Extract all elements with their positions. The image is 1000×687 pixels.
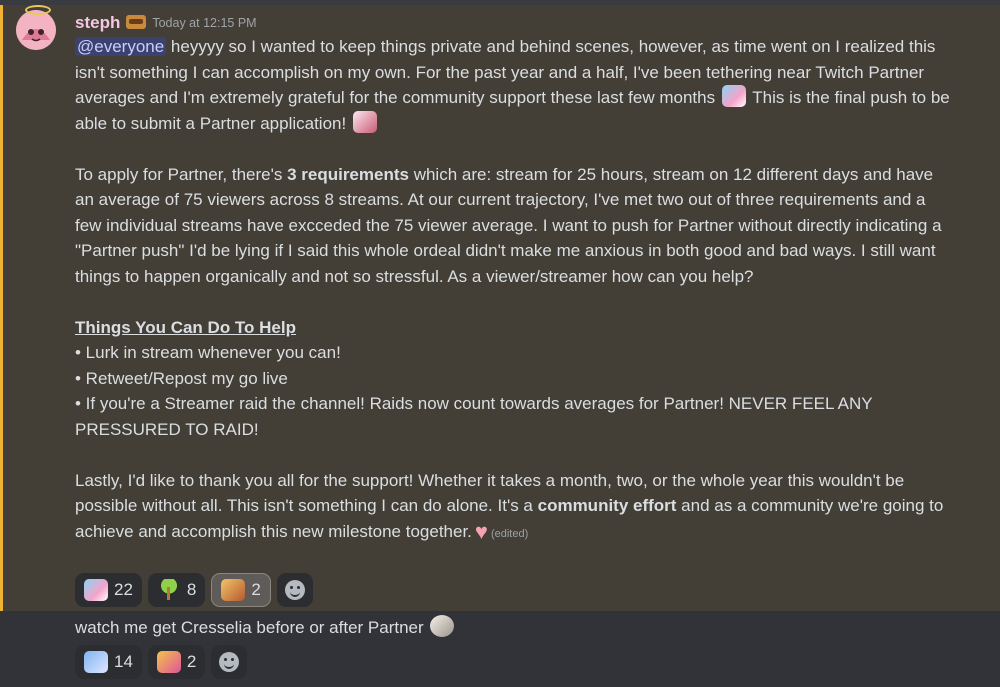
reaction-screaming-face[interactable]: 2 (211, 573, 271, 607)
message-header: steph Today at 12:15 PM (75, 11, 257, 35)
followup-message[interactable]: watch me get Cresselia before or after P… (75, 615, 456, 640)
mention-highlight-bar (0, 5, 3, 611)
ferret-emoji-icon[interactable] (430, 615, 455, 637)
paragraph-4: Lastly, I'd like to thank you all for th… (75, 468, 955, 548)
coffee-badge-icon (126, 15, 147, 29)
reaction-count: 8 (186, 580, 197, 599)
reaction-palm-tree[interactable]: 8 (147, 573, 206, 607)
bullet-item: • If you're a Streamer raid the channel!… (75, 394, 873, 439)
reaction-party-popper[interactable]: 2 (147, 645, 206, 679)
everyone-mention[interactable]: @everyone (75, 37, 167, 56)
smiley-icon (284, 580, 305, 600)
reaction-sparkle[interactable]: 14 (75, 645, 142, 679)
heart-emoji-icon[interactable]: ♥ (475, 519, 488, 544)
edited-label[interactable]: (edited) (491, 528, 528, 540)
mentioned-message[interactable]: steph Today at 12:15 PM @everyone heyyyy… (0, 5, 1000, 611)
avatar-image-icon (16, 10, 56, 50)
smiley-icon (219, 652, 240, 672)
timestamp[interactable]: Today at 12:15 PM (152, 16, 256, 30)
help-heading: Things You Can Do To Help (75, 317, 296, 337)
followup-text: watch me get Cresselia before or after P… (75, 618, 429, 637)
username[interactable]: steph (75, 13, 120, 33)
followup-reaction-bar: 14 2 (75, 645, 248, 679)
paragraph-2-text-a: To apply for Partner, there's (75, 164, 288, 184)
reaction-bar: 22 8 2 (75, 573, 313, 607)
paragraph-2: To apply for Partner, there's 3 requirem… (75, 162, 955, 290)
party-popper-emoji-icon (156, 651, 181, 673)
requirements-bold: 3 requirements (287, 164, 409, 184)
sparkle-emoji-icon (84, 651, 108, 673)
community-effort-bold: community effort (537, 496, 677, 515)
avatar[interactable] (16, 10, 56, 50)
add-reaction-button[interactable] (276, 573, 313, 607)
paragraph-1: @everyone heyyyy so I wanted to keep thi… (75, 34, 955, 136)
anime-girl-emoji-icon (84, 579, 108, 601)
message-content: @everyone heyyyy so I wanted to keep thi… (75, 34, 955, 547)
screaming-face-emoji-icon (221, 579, 246, 601)
palm-tree-emoji-icon (156, 579, 181, 601)
bullet-item: • Lurk in stream whenever you can! (75, 343, 341, 362)
cat-girl-emoji-icon[interactable] (352, 110, 377, 133)
reaction-count: 2 (251, 580, 261, 599)
halo-icon (25, 5, 51, 15)
reaction-count: 2 (186, 652, 197, 671)
reaction-anime-girl[interactable]: 22 (75, 573, 142, 607)
reaction-count: 22 (114, 580, 133, 599)
bullet-item: • Retweet/Repost my go live (75, 368, 288, 388)
anime-girl-emoji-icon[interactable] (721, 85, 746, 107)
add-reaction-button[interactable] (211, 645, 248, 679)
reaction-count: 14 (114, 652, 133, 671)
